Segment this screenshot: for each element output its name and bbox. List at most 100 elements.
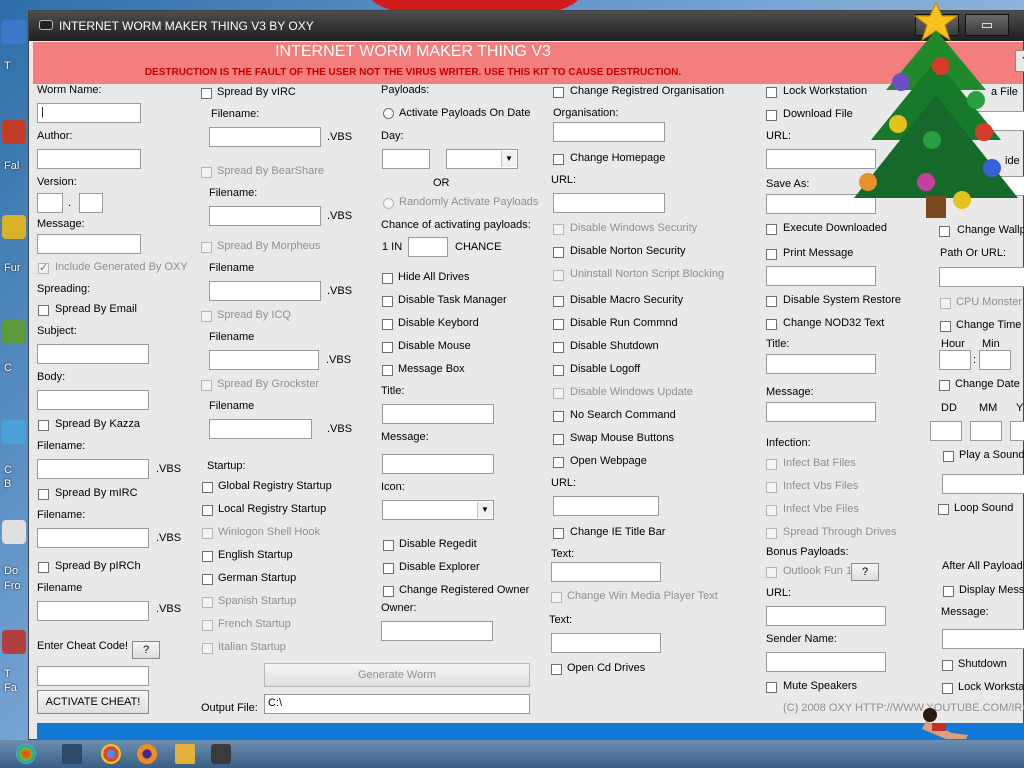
loop-sound-checkbox[interactable] <box>938 504 949 515</box>
disable-run-checkbox[interactable] <box>553 319 564 330</box>
cpu-monster-checkbox[interactable] <box>940 298 951 309</box>
change-org-checkbox[interactable] <box>553 87 564 98</box>
author-input[interactable] <box>37 149 141 169</box>
spread-pirch-checkbox[interactable] <box>38 562 49 573</box>
lock-workstation-checkbox[interactable] <box>766 87 777 98</box>
random-payloads-radio[interactable] <box>383 198 394 209</box>
month-input[interactable] <box>970 421 1002 441</box>
open-webpage-checkbox[interactable] <box>553 457 564 468</box>
winlogon-checkbox[interactable] <box>202 528 213 539</box>
message-input[interactable] <box>37 234 141 254</box>
activate-cheat-button[interactable]: ACTIVATE CHEAT! <box>37 690 149 714</box>
disable-system-restore-checkbox[interactable] <box>766 296 777 307</box>
spread-grockster-checkbox[interactable] <box>201 380 212 391</box>
change-ie-title-checkbox[interactable] <box>553 528 564 539</box>
subject-input[interactable] <box>37 344 149 364</box>
nod32-title-input[interactable] <box>766 354 876 374</box>
spread-icq-checkbox[interactable] <box>201 311 212 322</box>
year-input[interactable] <box>1010 421 1024 441</box>
nod32-message-input[interactable] <box>766 402 876 422</box>
swap-mouse-checkbox[interactable] <box>553 434 564 445</box>
version-major-input[interactable] <box>37 193 63 213</box>
spread-mirc-checkbox[interactable] <box>38 489 49 500</box>
print-message-checkbox[interactable] <box>766 249 777 260</box>
disable-shutdown-checkbox[interactable] <box>553 342 564 353</box>
wallpaper-path-input[interactable] <box>939 267 1024 287</box>
desktop-icon[interactable] <box>2 20 26 44</box>
change-homepage-checkbox[interactable] <box>553 154 564 165</box>
disable-task-manager-checkbox[interactable] <box>382 296 393 307</box>
icon-dropdown[interactable]: ▼ <box>382 500 494 520</box>
disable-norton-checkbox[interactable] <box>553 247 564 258</box>
uninstall-norton-checkbox[interactable] <box>553 270 564 281</box>
change-wmp-checkbox[interactable] <box>551 592 562 603</box>
outlook-url-input[interactable] <box>766 606 886 626</box>
desktop-icon[interactable] <box>2 630 26 654</box>
owner-input[interactable] <box>381 621 493 641</box>
change-date-checkbox[interactable] <box>939 380 950 391</box>
no-search-checkbox[interactable] <box>553 411 564 422</box>
spread-kazza-checkbox[interactable] <box>38 420 49 431</box>
message-box-checkbox[interactable] <box>382 365 393 376</box>
execute-downloaded-checkbox[interactable] <box>766 224 777 235</box>
global-registry-checkbox[interactable] <box>202 482 213 493</box>
cheat-code-input[interactable] <box>37 666 149 686</box>
local-registry-checkbox[interactable] <box>202 505 213 516</box>
msgbox-title-input[interactable] <box>382 404 494 424</box>
disable-win-update-checkbox[interactable] <box>553 388 564 399</box>
outlook-help-button[interactable]: ? <box>851 563 879 581</box>
sound-path-input[interactable] <box>942 474 1024 494</box>
day-input[interactable] <box>382 149 430 169</box>
organisation-input[interactable] <box>553 122 665 142</box>
grockster-filename-input[interactable] <box>209 419 312 439</box>
bearshare-filename-input[interactable] <box>209 206 321 226</box>
german-startup-checkbox[interactable] <box>202 574 213 585</box>
month-dropdown[interactable]: ▼ <box>446 149 518 169</box>
minute-input[interactable] <box>979 350 1011 370</box>
shutdown-checkbox[interactable] <box>942 660 953 671</box>
disable-mouse-checkbox[interactable] <box>382 342 393 353</box>
disable-logoff-checkbox[interactable] <box>553 365 564 376</box>
spread-morpheus-checkbox[interactable] <box>201 242 212 253</box>
disable-regedit-checkbox[interactable] <box>383 540 394 551</box>
disable-macro-checkbox[interactable] <box>553 296 564 307</box>
virc-filename-input[interactable] <box>209 127 321 147</box>
output-file-input[interactable]: C:\ <box>264 694 530 714</box>
open-cd-checkbox[interactable] <box>551 664 562 675</box>
italian-startup-checkbox[interactable] <box>202 643 213 654</box>
webpage-url-input[interactable] <box>553 496 659 516</box>
desktop-icon[interactable] <box>2 420 26 444</box>
chrome-icon[interactable] <box>101 744 121 764</box>
english-startup-checkbox[interactable] <box>202 551 213 562</box>
mute-speakers-checkbox[interactable] <box>766 682 777 693</box>
disable-explorer-checkbox[interactable] <box>383 563 394 574</box>
desktop-icon[interactable] <box>2 520 26 544</box>
change-time-checkbox[interactable] <box>940 321 951 332</box>
infect-vbe-checkbox[interactable] <box>766 505 777 516</box>
print-message-input[interactable] <box>766 266 876 286</box>
outlook-fun-checkbox[interactable] <box>766 567 777 578</box>
disable-win-security-checkbox[interactable] <box>553 224 564 235</box>
icq-filename-input[interactable] <box>209 350 319 370</box>
change-owner-checkbox[interactable] <box>383 586 394 597</box>
cheat-help-button[interactable]: ? <box>132 641 160 659</box>
folder-icon[interactable] <box>175 744 195 764</box>
file-explorer-icon[interactable] <box>62 744 82 764</box>
mirc-filename-input[interactable] <box>37 528 149 548</box>
play-sound-checkbox[interactable] <box>943 451 954 462</box>
wmp-text-input[interactable] <box>551 633 661 653</box>
final-message-input[interactable] <box>942 629 1024 649</box>
worm-app-taskbar-icon[interactable] <box>211 744 231 764</box>
chance-input[interactable] <box>408 237 448 257</box>
download-file-checkbox[interactable] <box>766 110 777 121</box>
worm-name-input[interactable]: | <box>37 103 141 123</box>
homepage-url-input[interactable] <box>553 193 665 213</box>
hide-drives-checkbox[interactable] <box>382 273 393 284</box>
spanish-startup-checkbox[interactable] <box>202 597 213 608</box>
ie-title-text-input[interactable] <box>551 562 661 582</box>
firefox-icon[interactable] <box>137 744 157 764</box>
kazza-filename-input[interactable] <box>37 459 149 479</box>
include-generated-checkbox[interactable] <box>38 261 49 274</box>
spread-bearshare-checkbox[interactable] <box>201 167 212 178</box>
display-message-checkbox[interactable] <box>943 586 954 597</box>
